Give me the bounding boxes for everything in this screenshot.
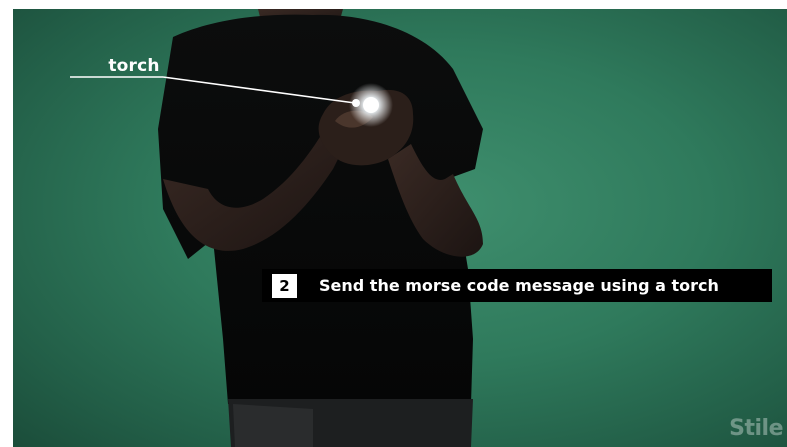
video-frame: torch 2 Send the morse code message usin… [0, 0, 787, 447]
video-still: torch 2 Send the morse code message usin… [13, 9, 787, 447]
stile-watermark-logo: Stile [729, 416, 783, 441]
step-number-badge: 2 [272, 273, 297, 298]
step-instruction: Send the morse code message using a torc… [319, 276, 719, 295]
step-banner: 2 Send the morse code message using a to… [262, 269, 772, 302]
torch-label: torch [108, 56, 160, 76]
torch-light [363, 97, 379, 113]
